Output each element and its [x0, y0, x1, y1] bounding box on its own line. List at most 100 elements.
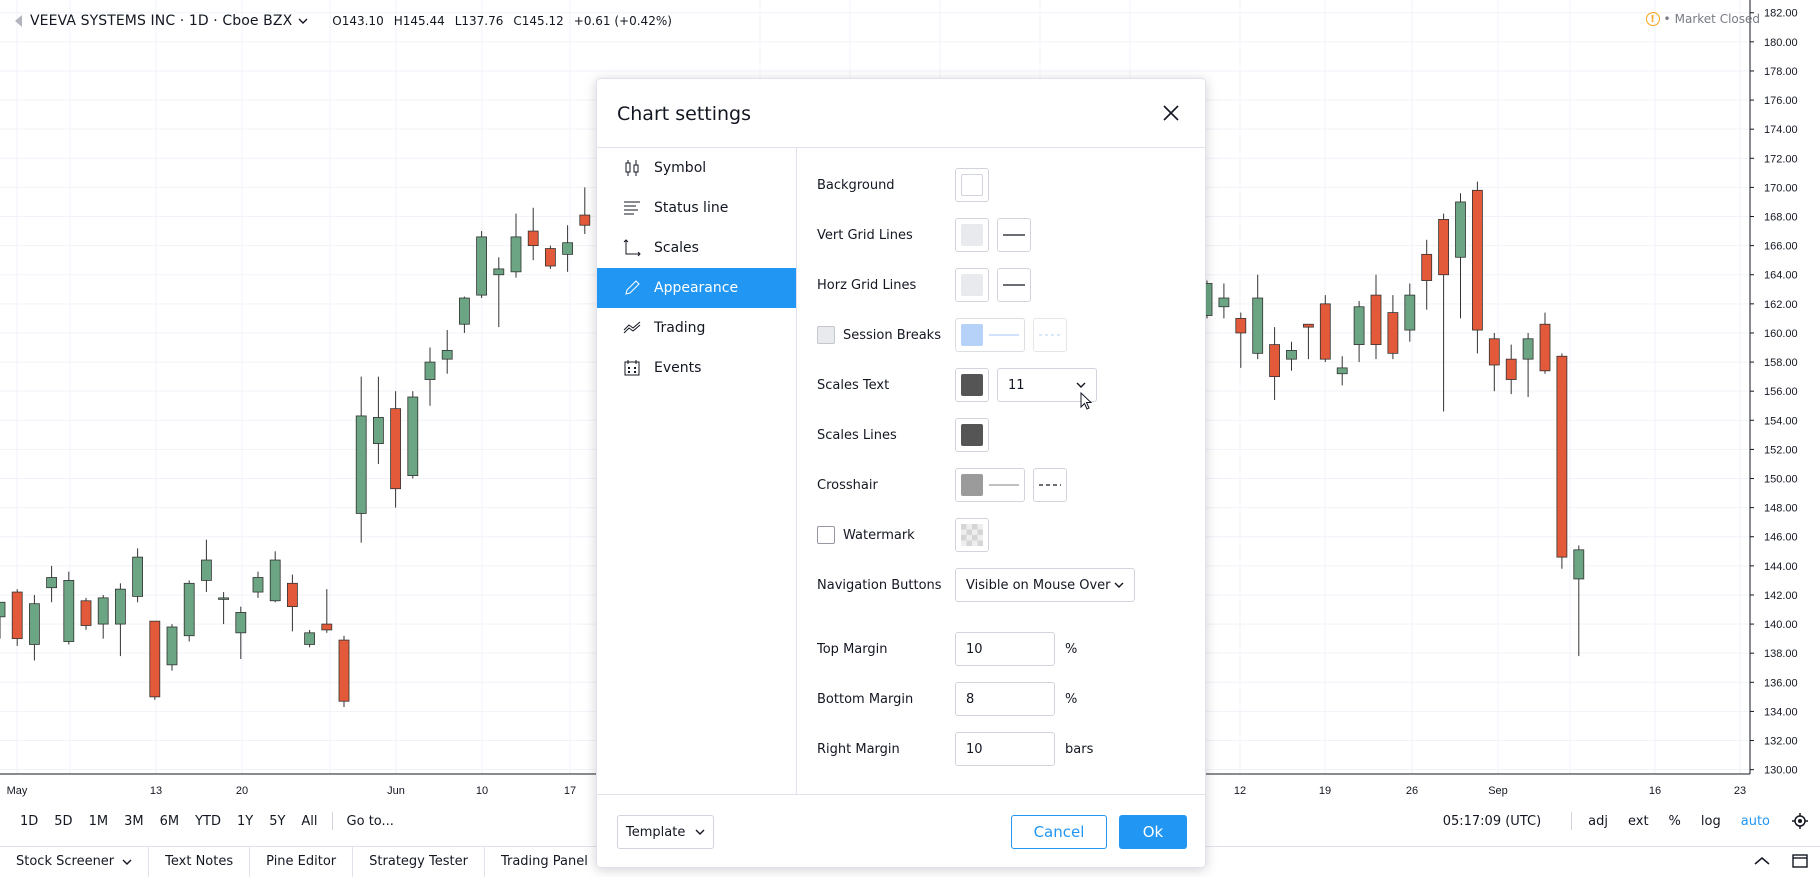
price-tick-label: 180.00: [1764, 37, 1798, 49]
range-all[interactable]: All: [293, 814, 325, 829]
tab-label: Trading Panel: [500, 854, 588, 869]
chart-settings-dialog: Chart settings Symbol Status line Scales…: [596, 78, 1206, 868]
field-label: Horz Grid Lines: [817, 277, 917, 293]
tab-trading-panel[interactable]: Trading Panel: [485, 847, 604, 877]
navigation-buttons-select[interactable]: Visible on Mouse Over: [955, 568, 1135, 602]
bottom-margin-input[interactable]: 8: [955, 682, 1055, 716]
solid-line-icon: [989, 484, 1019, 486]
horz-grid-line-style-button[interactable]: [997, 268, 1031, 302]
candle-body: [1252, 297, 1264, 354]
maximize-panel-icon[interactable]: [1790, 853, 1810, 869]
candle-body: [1556, 355, 1568, 558]
field-label: Session Breaks: [843, 327, 941, 343]
divider: [331, 812, 333, 830]
time-tick-label: 10: [476, 785, 488, 797]
template-button[interactable]: Template: [617, 815, 715, 849]
select-value: 11: [1008, 377, 1025, 393]
candle-body: [1387, 312, 1399, 354]
price-tick-label: 176.00: [1764, 95, 1798, 107]
watermark-color-button[interactable]: [955, 518, 989, 552]
time-tick-label: 12: [1234, 785, 1246, 797]
session-breaks-color-button[interactable]: [955, 318, 1025, 352]
goto-button[interactable]: Go to...: [339, 814, 402, 829]
range-5y[interactable]: 5Y: [261, 814, 293, 829]
candle-body: [493, 268, 505, 276]
range-1m[interactable]: 1M: [81, 814, 117, 829]
sidebar-item-events[interactable]: Events: [597, 348, 796, 388]
candlestick-icon: [625, 160, 639, 176]
session-breaks-checkbox[interactable]: [817, 326, 835, 344]
top-margin-input[interactable]: 10: [955, 632, 1055, 666]
watermark-toggle[interactable]: Watermark: [817, 526, 955, 544]
auto-toggle[interactable]: auto: [1731, 814, 1780, 829]
cancel-button[interactable]: Cancel: [1011, 815, 1107, 849]
sidebar-item-trading[interactable]: Trading: [597, 308, 796, 348]
settings-gear-icon[interactable]: [1780, 811, 1820, 831]
calendar-icon: [624, 360, 640, 376]
select-value: Visible on Mouse Over: [966, 577, 1111, 593]
watermark-checkbox[interactable]: [817, 526, 835, 544]
session-breaks-line-style-button[interactable]: [1033, 318, 1067, 352]
collapse-panel-icon[interactable]: [1752, 853, 1772, 869]
price-tick-label: 138.00: [1764, 648, 1798, 660]
candle-body: [183, 582, 195, 637]
right-margin-input[interactable]: 10: [955, 732, 1055, 766]
candle-body: [458, 297, 470, 325]
scales-icon: [623, 239, 641, 257]
sidebar-item-symbol[interactable]: Symbol: [597, 148, 796, 188]
range-6m[interactable]: 6M: [152, 814, 188, 829]
candle-body: [46, 577, 57, 589]
candle-body: [11, 591, 23, 640]
vert-grid-line-style-button[interactable]: [997, 218, 1031, 252]
range-1y[interactable]: 1Y: [229, 814, 261, 829]
row-watermark: Watermark: [817, 518, 997, 552]
time-tick-label: May: [7, 785, 28, 797]
candle-body: [510, 236, 522, 273]
candle-body: [200, 559, 212, 581]
ext-toggle[interactable]: ext: [1618, 814, 1659, 829]
price-tick-label: 140.00: [1764, 619, 1798, 631]
horz-grid-color-button[interactable]: [955, 268, 989, 302]
field-label: Scales Lines: [817, 427, 897, 443]
row-top-margin: Top Margin 10 %: [817, 632, 1077, 666]
tab-label: Text Notes: [165, 854, 234, 869]
tab-strategy-tester[interactable]: Strategy Tester: [353, 846, 485, 877]
tab-text-notes[interactable]: Text Notes: [149, 846, 251, 877]
sidebar-item-label: Trading: [654, 320, 706, 336]
candle-body: [1573, 549, 1585, 580]
chevron-down-icon[interactable]: [298, 16, 308, 26]
candle-body: [132, 556, 144, 597]
range-3m[interactable]: 3M: [116, 814, 152, 829]
vert-grid-color-button[interactable]: [955, 218, 989, 252]
log-toggle[interactable]: log: [1691, 814, 1731, 829]
ok-button[interactable]: Ok: [1119, 815, 1187, 849]
sidebar-item-status-line[interactable]: Status line: [597, 188, 796, 228]
candle-body: [527, 230, 539, 247]
trading-icon: [623, 321, 641, 334]
candle-body: [321, 623, 333, 631]
session-breaks-toggle[interactable]: Session Breaks: [817, 326, 955, 344]
template-label: Template: [626, 824, 686, 840]
crosshair-color-button[interactable]: [955, 468, 1025, 502]
range-5d[interactable]: 5D: [46, 814, 80, 829]
price-tick-label: 174.00: [1764, 124, 1798, 136]
percent-toggle[interactable]: %: [1659, 814, 1691, 829]
background-color-button[interactable]: [955, 168, 989, 202]
scales-lines-color-button[interactable]: [955, 418, 989, 452]
adj-toggle[interactable]: adj: [1578, 814, 1618, 829]
crosshair-line-style-button[interactable]: [1033, 468, 1067, 502]
range-ytd[interactable]: YTD: [187, 814, 229, 829]
close-icon[interactable]: [1159, 101, 1183, 125]
tab-pine-editor[interactable]: Pine Editor: [250, 846, 354, 877]
tab-stock-screener[interactable]: Stock Screener: [0, 846, 150, 877]
sidebar-item-appearance[interactable]: Appearance: [597, 268, 796, 308]
solid-line-icon: [989, 334, 1019, 336]
collapse-arrow-icon[interactable]: [12, 14, 24, 28]
range-1d[interactable]: 1D: [12, 814, 46, 829]
sidebar-item-scales[interactable]: Scales: [597, 228, 796, 268]
price-tick-label: 156.00: [1764, 386, 1798, 398]
scales-text-color-button[interactable]: [955, 368, 989, 402]
symbol-title[interactable]: VEEVA SYSTEMS INC · 1D · Cboe BZX: [30, 13, 292, 29]
candle-body: [390, 408, 402, 490]
clock-time[interactable]: 05:17:09 (UTC): [1433, 814, 1565, 829]
